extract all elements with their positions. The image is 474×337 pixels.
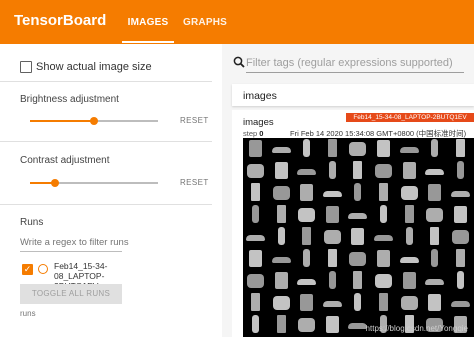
sidebar: Show actual image size Brightness adjust…: [0, 44, 222, 337]
app-title: TensorBoard: [14, 12, 107, 29]
brightness-slider-track[interactable]: [94, 120, 158, 122]
image-thumbnail: [269, 314, 294, 337]
watermark: https://blog.csdn.net/Yongqie: [365, 324, 468, 333]
runs-footer: runs: [20, 309, 36, 318]
run-badge: Feb14_15-34-08_LAPTOP-2BUTQ1EV: [346, 113, 474, 122]
image-thumbnail: [294, 314, 319, 337]
contrast-reset-button[interactable]: RESET: [180, 178, 209, 187]
brightness-reset-button[interactable]: RESET: [180, 116, 209, 125]
step-label: step 0: [243, 129, 263, 138]
contrast-slider-track[interactable]: [55, 182, 158, 184]
filter-tags-input[interactable]: Filter tags (regular expressions support…: [246, 57, 464, 73]
contrast-slider-thumb[interactable]: [51, 179, 59, 187]
step-value: 0: [259, 129, 264, 138]
tab-graphs[interactable]: GRAPHS: [183, 17, 227, 28]
main-panel: Filter tags (regular expressions support…: [222, 44, 474, 337]
toggle-all-runs-button[interactable]: TOGGLE ALL RUNS: [20, 284, 122, 304]
image-grid[interactable]: [243, 138, 474, 337]
image-card: Feb14_15-34-08_LAPTOP-2BUTQ1EV images st…: [232, 110, 474, 337]
runs-heading: Runs: [20, 217, 44, 228]
show-actual-size-checkbox[interactable]: [20, 61, 32, 73]
search-icon: [233, 56, 245, 68]
run-radio[interactable]: [38, 264, 48, 274]
image-thumbnail: [320, 314, 345, 337]
run-checkbox[interactable]: ✓: [22, 264, 33, 275]
tag-pane-header[interactable]: images: [232, 84, 474, 106]
tab-images[interactable]: IMAGES: [122, 17, 174, 43]
divider: [0, 204, 212, 205]
contrast-label: Contrast adjustment: [20, 155, 110, 166]
runs-filter-input[interactable]: Write a regex to filter runs: [20, 237, 129, 252]
brightness-slider-fill[interactable]: [30, 120, 94, 122]
show-actual-size-label: Show actual image size: [36, 61, 152, 73]
card-title: images: [243, 117, 274, 128]
divider: [0, 141, 212, 142]
image-thumbnail: [243, 314, 268, 337]
brightness-slider-thumb[interactable]: [90, 117, 98, 125]
brightness-label: Brightness adjustment: [20, 94, 119, 105]
top-app-bar: TensorBoard IMAGES GRAPHS: [0, 0, 474, 44]
pane-title: images: [243, 90, 277, 102]
divider: [0, 81, 212, 82]
step-label-text: step: [243, 129, 258, 138]
